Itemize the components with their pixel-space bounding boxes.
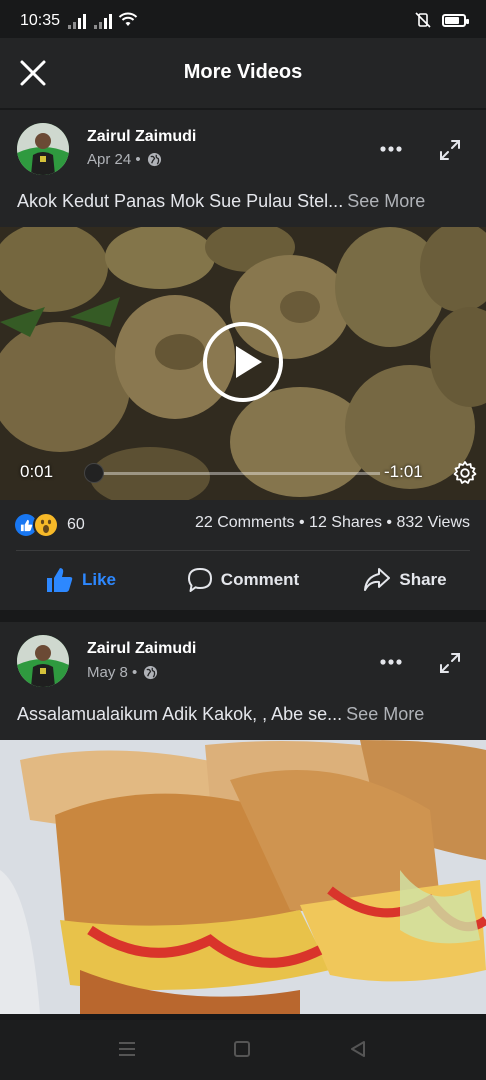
- video-current-time: 0:01: [20, 462, 54, 481]
- wifi-icon: [118, 12, 138, 26]
- comment-label: Comment: [220, 570, 300, 589]
- video-progress-track[interactable]: [92, 472, 380, 475]
- share-label: Share: [399, 570, 447, 589]
- comment-button[interactable]: Comment: [162, 552, 324, 608]
- post-caption: Assalamualaikum Adik Kakok, , Abe se... S…: [17, 704, 472, 725]
- engagement-counts[interactable]: 22 Comments • 12 Shares • 832 Views: [195, 514, 470, 532]
- vibrate-off-icon: [415, 12, 431, 28]
- more-options-icon[interactable]: [378, 652, 404, 672]
- like-icon: [46, 568, 73, 592]
- see-more-link[interactable]: See More: [346, 704, 424, 724]
- play-button[interactable]: [203, 322, 283, 402]
- post-actions: Like Comment Share: [0, 552, 486, 608]
- post-meta: May 8 •: [87, 664, 158, 681]
- author-name[interactable]: Zairul Zaimudi: [87, 640, 196, 658]
- back-icon[interactable]: [350, 1041, 366, 1057]
- gear-icon[interactable]: [452, 460, 478, 486]
- globe-icon: [147, 152, 161, 167]
- more-options-icon[interactable]: [378, 139, 404, 159]
- share-button[interactable]: Share: [324, 552, 486, 608]
- video-post: Zairul Zaimudi Apr 24 • Akok Kedut Panas…: [0, 110, 486, 610]
- caption-text: Akok Kedut Panas Mok Sue Pulau Stel...: [17, 191, 344, 211]
- signal-icon: [68, 13, 86, 29]
- post-caption: Akok Kedut Panas Mok Sue Pulau Stel... Se…: [17, 191, 472, 212]
- reaction-count: 60: [67, 516, 85, 533]
- avatar[interactable]: [17, 123, 69, 175]
- status-bar: 10:35: [0, 0, 486, 38]
- page-title: More Videos: [183, 61, 303, 83]
- video-player[interactable]: [0, 740, 486, 1014]
- post-meta: Apr 24 •: [87, 151, 162, 168]
- share-icon: [364, 568, 391, 591]
- post-stats: 60 22 Comments • 12 Shares • 832 Views: [0, 500, 486, 550]
- header: More Videos: [0, 38, 486, 108]
- expand-icon[interactable]: [438, 651, 462, 675]
- system-nav-bar: [0, 1020, 486, 1080]
- post-date: Apr 24 •: [87, 151, 141, 168]
- video-player[interactable]: 0:01 -1:01: [0, 227, 486, 500]
- wow-reaction-icon: [33, 512, 59, 538]
- like-button[interactable]: Like: [0, 552, 162, 608]
- expand-icon[interactable]: [438, 138, 462, 162]
- divider: [16, 550, 470, 551]
- caption-text: Assalamualaikum Adik Kakok, , Abe se...: [17, 704, 343, 724]
- like-label: Like: [81, 570, 117, 589]
- video-post: Zairul Zaimudi May 8 • Assalamualaikum A…: [0, 622, 486, 1014]
- reactions[interactable]: 60: [15, 512, 85, 538]
- author-name[interactable]: Zairul Zaimudi: [87, 128, 196, 146]
- menu-icon[interactable]: [118, 1041, 136, 1057]
- globe-icon: [144, 665, 158, 680]
- comment-icon: [187, 568, 212, 592]
- home-icon[interactable]: [234, 1041, 250, 1057]
- video-remaining-time: -1:01: [384, 462, 423, 481]
- signal-2-icon: [94, 13, 112, 29]
- status-time: 10:35: [20, 12, 61, 29]
- see-more-link[interactable]: See More: [347, 191, 425, 211]
- post-date: May 8 •: [87, 664, 138, 681]
- video-scrubber[interactable]: [84, 463, 104, 483]
- video-thumbnail: [0, 740, 486, 1014]
- avatar[interactable]: [17, 635, 69, 687]
- battery-icon: [442, 13, 469, 27]
